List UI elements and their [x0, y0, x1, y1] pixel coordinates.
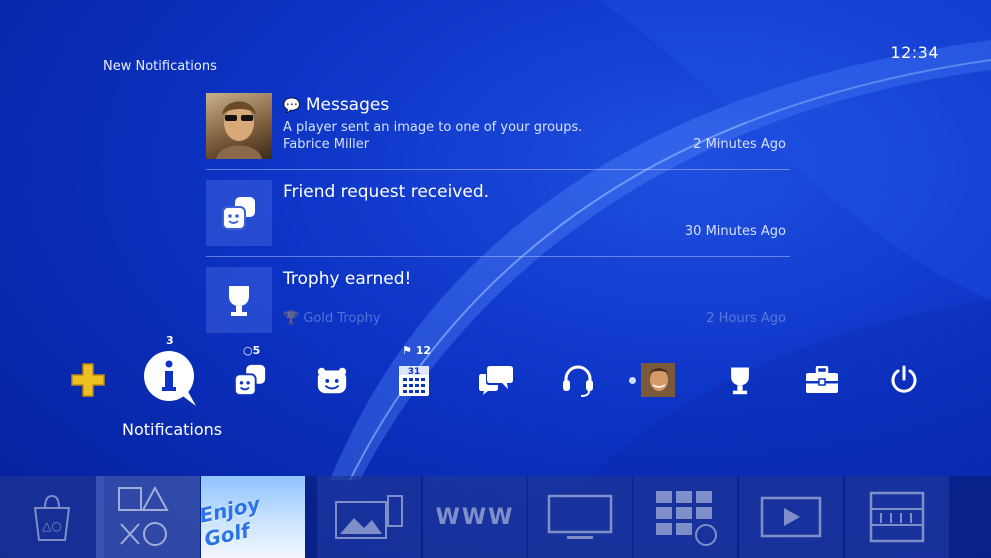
library-shelf-tile[interactable]: [845, 476, 949, 558]
gold-trophy-icon: 🏆: [283, 311, 300, 326]
capture-gallery-tile[interactable]: [317, 476, 421, 558]
events-icon[interactable]: 31: [392, 358, 436, 402]
notifications-icon[interactable]: [142, 350, 198, 406]
party-icon[interactable]: [310, 358, 354, 402]
svg-text:31: 31: [408, 367, 421, 377]
flag-icon: ⚑: [402, 344, 412, 357]
notification-subtitle: A player sent an image to one of your gr…: [283, 120, 583, 135]
notification-sender: 🏆 Gold Trophy: [283, 311, 381, 326]
notification-time: 2 Hours Ago: [706, 311, 786, 326]
notification-title: Trophy earned!: [283, 269, 412, 289]
notification-item-friend-request[interactable]: Friend request received. 30 Minutes Ago: [206, 180, 790, 257]
notification-item-messages[interactable]: 💬 Messages A player sent an image to one…: [206, 93, 790, 170]
selected-item-label: Notifications: [122, 420, 223, 439]
enjoy-golf-tile[interactable]: Enjoy Golf: [197, 476, 305, 558]
notification-time: 2 Minutes Ago: [693, 137, 786, 152]
playstation-store-tile[interactable]: △○: [0, 476, 104, 558]
notification-sender: Fabrice Miller: [283, 137, 370, 152]
events-badge: ⚑ 12: [402, 344, 432, 357]
library-tile[interactable]: [96, 476, 200, 558]
online-dot-icon: ○: [243, 344, 253, 357]
tv-video-tile[interactable]: [528, 476, 632, 558]
online-status-icon: [629, 376, 636, 384]
settings-icon[interactable]: [800, 358, 844, 402]
notification-time: 30 Minutes Ago: [684, 224, 786, 239]
apps-tile[interactable]: [633, 476, 737, 558]
notification-item-trophy[interactable]: Trophy earned! 🏆 Gold Trophy 2 Hours Ago: [206, 267, 790, 343]
friends-badge: ○5: [243, 344, 261, 357]
clock: 12:34: [890, 43, 939, 62]
sender-avatar: [206, 93, 272, 159]
trophy-icon: [206, 267, 272, 333]
function-toolbar: 3 Notifications ○5 ⚑ 12 31: [0, 334, 991, 440]
www-icon: WWW: [435, 504, 515, 530]
notification-list: 💬 Messages A player sent an image to one…: [206, 93, 790, 353]
friends-icon[interactable]: [228, 358, 272, 402]
messages-icon: 💬: [283, 98, 301, 114]
playstation-plus-icon[interactable]: [66, 358, 110, 402]
content-shelf: △○ Enjoy Golf WWW: [0, 476, 991, 558]
notifications-badge: 3: [166, 334, 174, 347]
headset-icon[interactable]: [556, 358, 600, 402]
power-icon[interactable]: [882, 358, 926, 402]
svg-text:△○: △○: [42, 519, 62, 533]
profile-avatar[interactable]: [626, 358, 678, 402]
notification-title: Friend request received.: [283, 182, 490, 202]
internet-browser-tile[interactable]: WWW: [423, 476, 527, 558]
notification-title: 💬 Messages: [283, 95, 390, 115]
friends-icon: [206, 180, 272, 246]
messages-icon[interactable]: [474, 358, 518, 402]
trophy-icon[interactable]: [718, 358, 762, 402]
video-player-tile[interactable]: [739, 476, 843, 558]
section-title: New Notifications: [103, 59, 217, 74]
game-title: Enjoy Golf: [197, 491, 263, 552]
